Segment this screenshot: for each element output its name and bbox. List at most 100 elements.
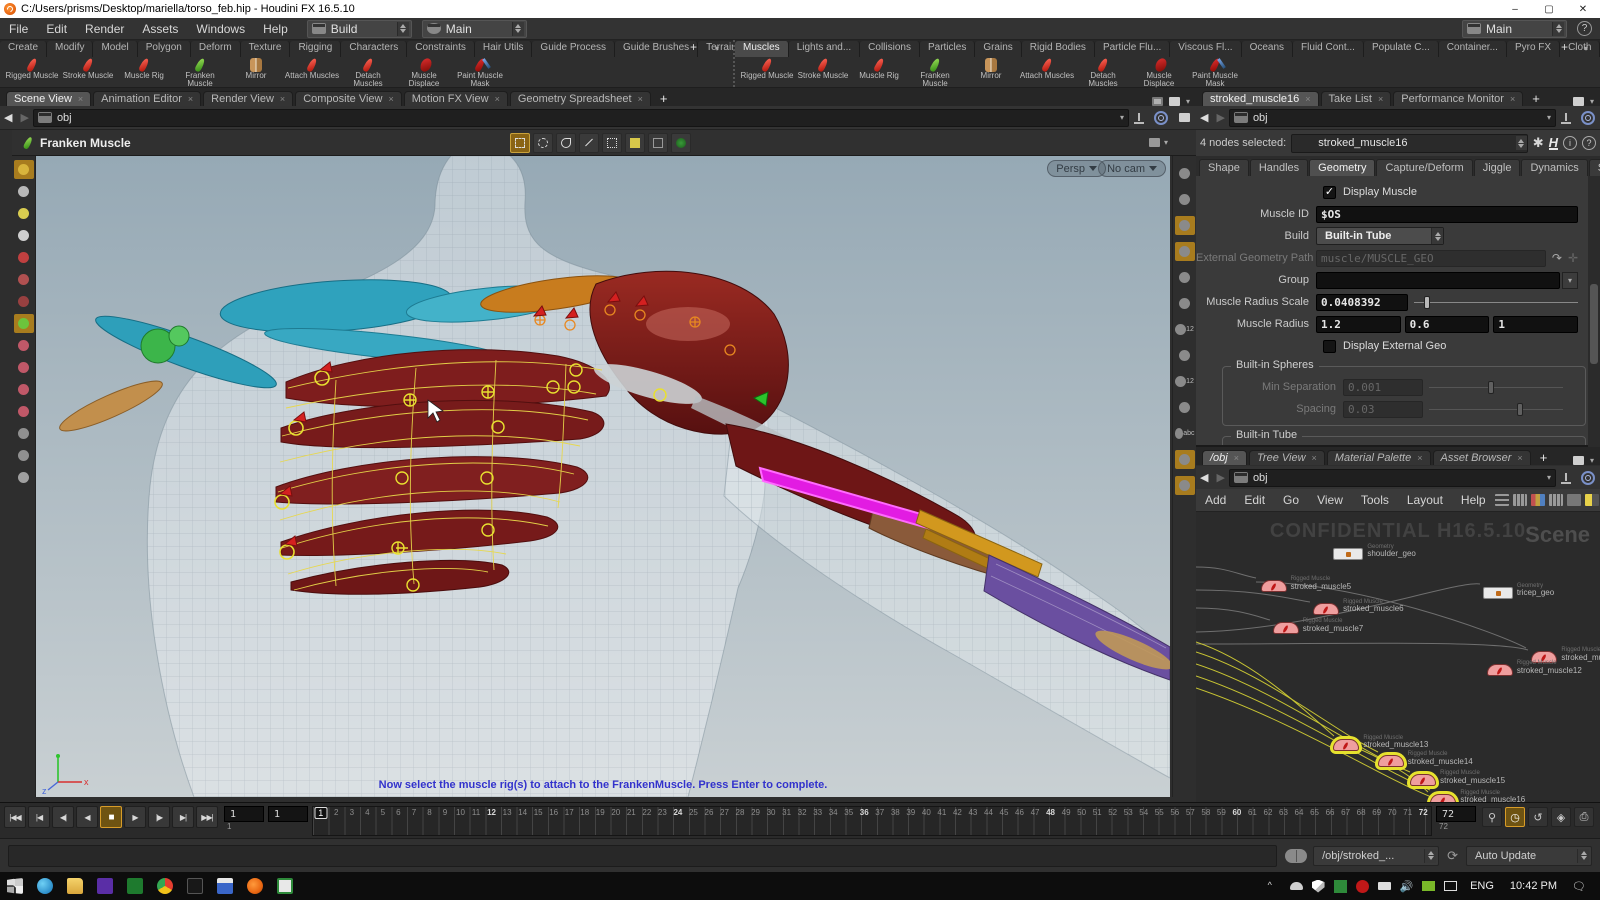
last-frame-button[interactable]: ▶▶| (196, 806, 218, 828)
muscle-id-field[interactable]: $OS (1316, 206, 1578, 223)
capture-points-tool-icon[interactable] (14, 380, 34, 399)
muscle-joint-tool-icon[interactable] (14, 292, 34, 311)
network-box-icon[interactable] (1567, 494, 1581, 506)
shelf-tab-menu[interactable]: ▾ (709, 42, 725, 53)
build-shelf-selector[interactable]: Build (307, 20, 412, 38)
folder-tab[interactable]: Geometry (1309, 159, 1375, 176)
thumbnail-view-icon[interactable] (1549, 494, 1563, 506)
taskbar-save-icon[interactable] (210, 872, 240, 900)
houdini-engine-icon[interactable]: H (1549, 137, 1558, 150)
spinner[interactable] (1515, 136, 1527, 150)
close-tab-icon[interactable]: × (1417, 453, 1422, 463)
select-visible-icon[interactable] (14, 182, 34, 201)
frame-tick-14[interactable]: 14 (518, 808, 527, 817)
frame-tick-23[interactable]: 23 (658, 808, 667, 817)
frame-tick-32[interactable]: 32 (798, 808, 807, 817)
frame-tick-39[interactable]: 39 (906, 808, 915, 817)
radial-menu-icon[interactable] (1581, 471, 1595, 485)
network-canvas[interactable]: CONFIDENTIAL H16.5.10 Scene Geometryshou… (1196, 512, 1600, 836)
display-hulls-icon[interactable] (1175, 346, 1195, 365)
shelf-tool-attach-muscles[interactable]: Attach Muscles (1019, 57, 1075, 88)
shelf-tool-paint-muscle-mask[interactable]: Paint Muscle Mask (452, 57, 508, 88)
frame-tick-51[interactable]: 51 (1093, 808, 1102, 817)
frame-tick-2[interactable]: 2 (334, 808, 338, 817)
tree-view-icon[interactable] (1495, 494, 1509, 506)
close-tab-icon[interactable]: × (1305, 94, 1310, 104)
forward-icon[interactable]: ▶ (1216, 111, 1224, 124)
frame-tick-60[interactable]: 60 (1232, 808, 1241, 817)
edit-capture-tool-icon[interactable] (14, 446, 34, 465)
frame-tick-7[interactable]: 7 (412, 808, 416, 817)
muscle-pin-tool-icon[interactable] (14, 248, 34, 267)
frame-tick-15[interactable]: 15 (534, 808, 543, 817)
taskbar-vs-icon[interactable] (90, 872, 120, 900)
display-muscle-checkbox[interactable]: ✓ (1323, 186, 1336, 199)
network-menu-item[interactable]: Help (1452, 493, 1495, 507)
network-menu-item[interactable]: Tools (1352, 493, 1398, 507)
frame-tick-68[interactable]: 68 (1357, 808, 1366, 817)
shelf-tab-menu[interactable]: ▾ (1578, 42, 1594, 53)
network-menu-item[interactable]: Layout (1398, 493, 1452, 507)
path-dropdown-icon[interactable]: ▾ (1547, 113, 1551, 122)
select-contained-icon[interactable] (14, 204, 34, 223)
frame-tick-29[interactable]: 29 (751, 808, 760, 817)
taskbar-edge-icon[interactable] (30, 872, 60, 900)
frame-tick-67[interactable]: 67 (1341, 808, 1350, 817)
pane-tab[interactable]: Animation Editor× (93, 91, 201, 106)
keyframe-options-icon[interactable]: ⚲ (1482, 807, 1502, 827)
network-menu-item[interactable]: Add (1196, 493, 1235, 507)
shelf-tab[interactable]: Populate C... (1364, 41, 1439, 57)
add-shelf-tab-button[interactable]: + (1553, 40, 1576, 54)
network-node-stroked_muscle6[interactable]: Rigged Musclestroked_muscle6 (1313, 603, 1339, 615)
path-dropdown-icon[interactable]: ▾ (1120, 113, 1124, 122)
pane-tab[interactable]: Material Palette× (1327, 450, 1431, 465)
folder-tab[interactable]: Jiggle (1474, 159, 1521, 176)
tray-shield-icon[interactable] (1307, 872, 1329, 900)
main-shelf-selector[interactable]: Main (422, 20, 527, 38)
radius-y-field[interactable]: 0.6 (1405, 316, 1490, 333)
ext-geo-field[interactable]: muscle/MUSCLE_GEO (1316, 250, 1546, 267)
shelf-tool-mirror[interactable]: Mirror (228, 57, 284, 88)
close-tab-icon[interactable]: × (188, 94, 193, 104)
network-node-stroked_muscle13[interactable]: Rigged Musclestroked_muscle13 (1333, 739, 1359, 751)
frame-tick-54[interactable]: 54 (1139, 808, 1148, 817)
spinner[interactable] (1431, 228, 1443, 244)
frame-tick-11[interactable]: 11 (472, 808, 480, 817)
pane-menu-icon[interactable]: ▾ (1590, 456, 1594, 465)
shelf-tool-attach-muscles[interactable]: Attach Muscles (284, 57, 340, 88)
frame-tick-53[interactable]: 53 (1124, 808, 1133, 817)
paint-capture-tool-icon[interactable] (14, 424, 34, 443)
frame-tick-21[interactable]: 21 (627, 808, 636, 817)
menu-item[interactable]: Assets (133, 18, 187, 39)
link-pin-icon[interactable] (1560, 112, 1572, 124)
network-menu-item[interactable]: Edit (1235, 493, 1274, 507)
display-text-icon[interactable]: abc (1175, 424, 1195, 443)
back-icon[interactable]: ◀ (1200, 471, 1208, 484)
frame-tick-65[interactable]: 65 (1310, 808, 1319, 817)
new-pane-tab-button[interactable]: + (1533, 450, 1555, 465)
shelf-tab[interactable]: Collisions (860, 41, 920, 57)
display-points-icon[interactable] (1175, 294, 1195, 313)
pane-tab[interactable]: Take List× (1321, 91, 1392, 106)
tray-battery-icon[interactable] (1373, 872, 1395, 900)
frame-tick-48[interactable]: 48 (1046, 808, 1055, 817)
line-select-icon[interactable] (579, 133, 599, 153)
frame-tick-46[interactable]: 46 (1015, 808, 1024, 817)
display-lights-icon[interactable] (1175, 476, 1195, 495)
frame-tick-47[interactable]: 47 (1031, 808, 1040, 817)
shelf-tool-muscle-displace[interactable]: Muscle Displace (396, 57, 452, 88)
group-field[interactable] (1316, 272, 1560, 289)
frame-tick-27[interactable]: 27 (720, 808, 729, 817)
shelf-tab[interactable]: Modify (47, 41, 93, 57)
radial-menu-icon[interactable] (1154, 111, 1168, 125)
loop-mode-icon[interactable]: ↺ (1528, 807, 1548, 827)
frame-tick-22[interactable]: 22 (642, 808, 651, 817)
radial-menu-icon[interactable] (1581, 111, 1595, 125)
spacing-slider[interactable] (1429, 401, 1563, 418)
lasso-select-icon[interactable] (533, 133, 553, 153)
pane-menu-icon[interactable]: ▾ (1186, 97, 1190, 106)
pane-maximize-icon[interactable] (1169, 97, 1180, 106)
pane-tab[interactable]: Motion FX View× (404, 91, 508, 106)
frame-tick-36[interactable]: 36 (860, 808, 869, 817)
shelf-tool-rigged-muscle[interactable]: Rigged Muscle (739, 57, 795, 88)
